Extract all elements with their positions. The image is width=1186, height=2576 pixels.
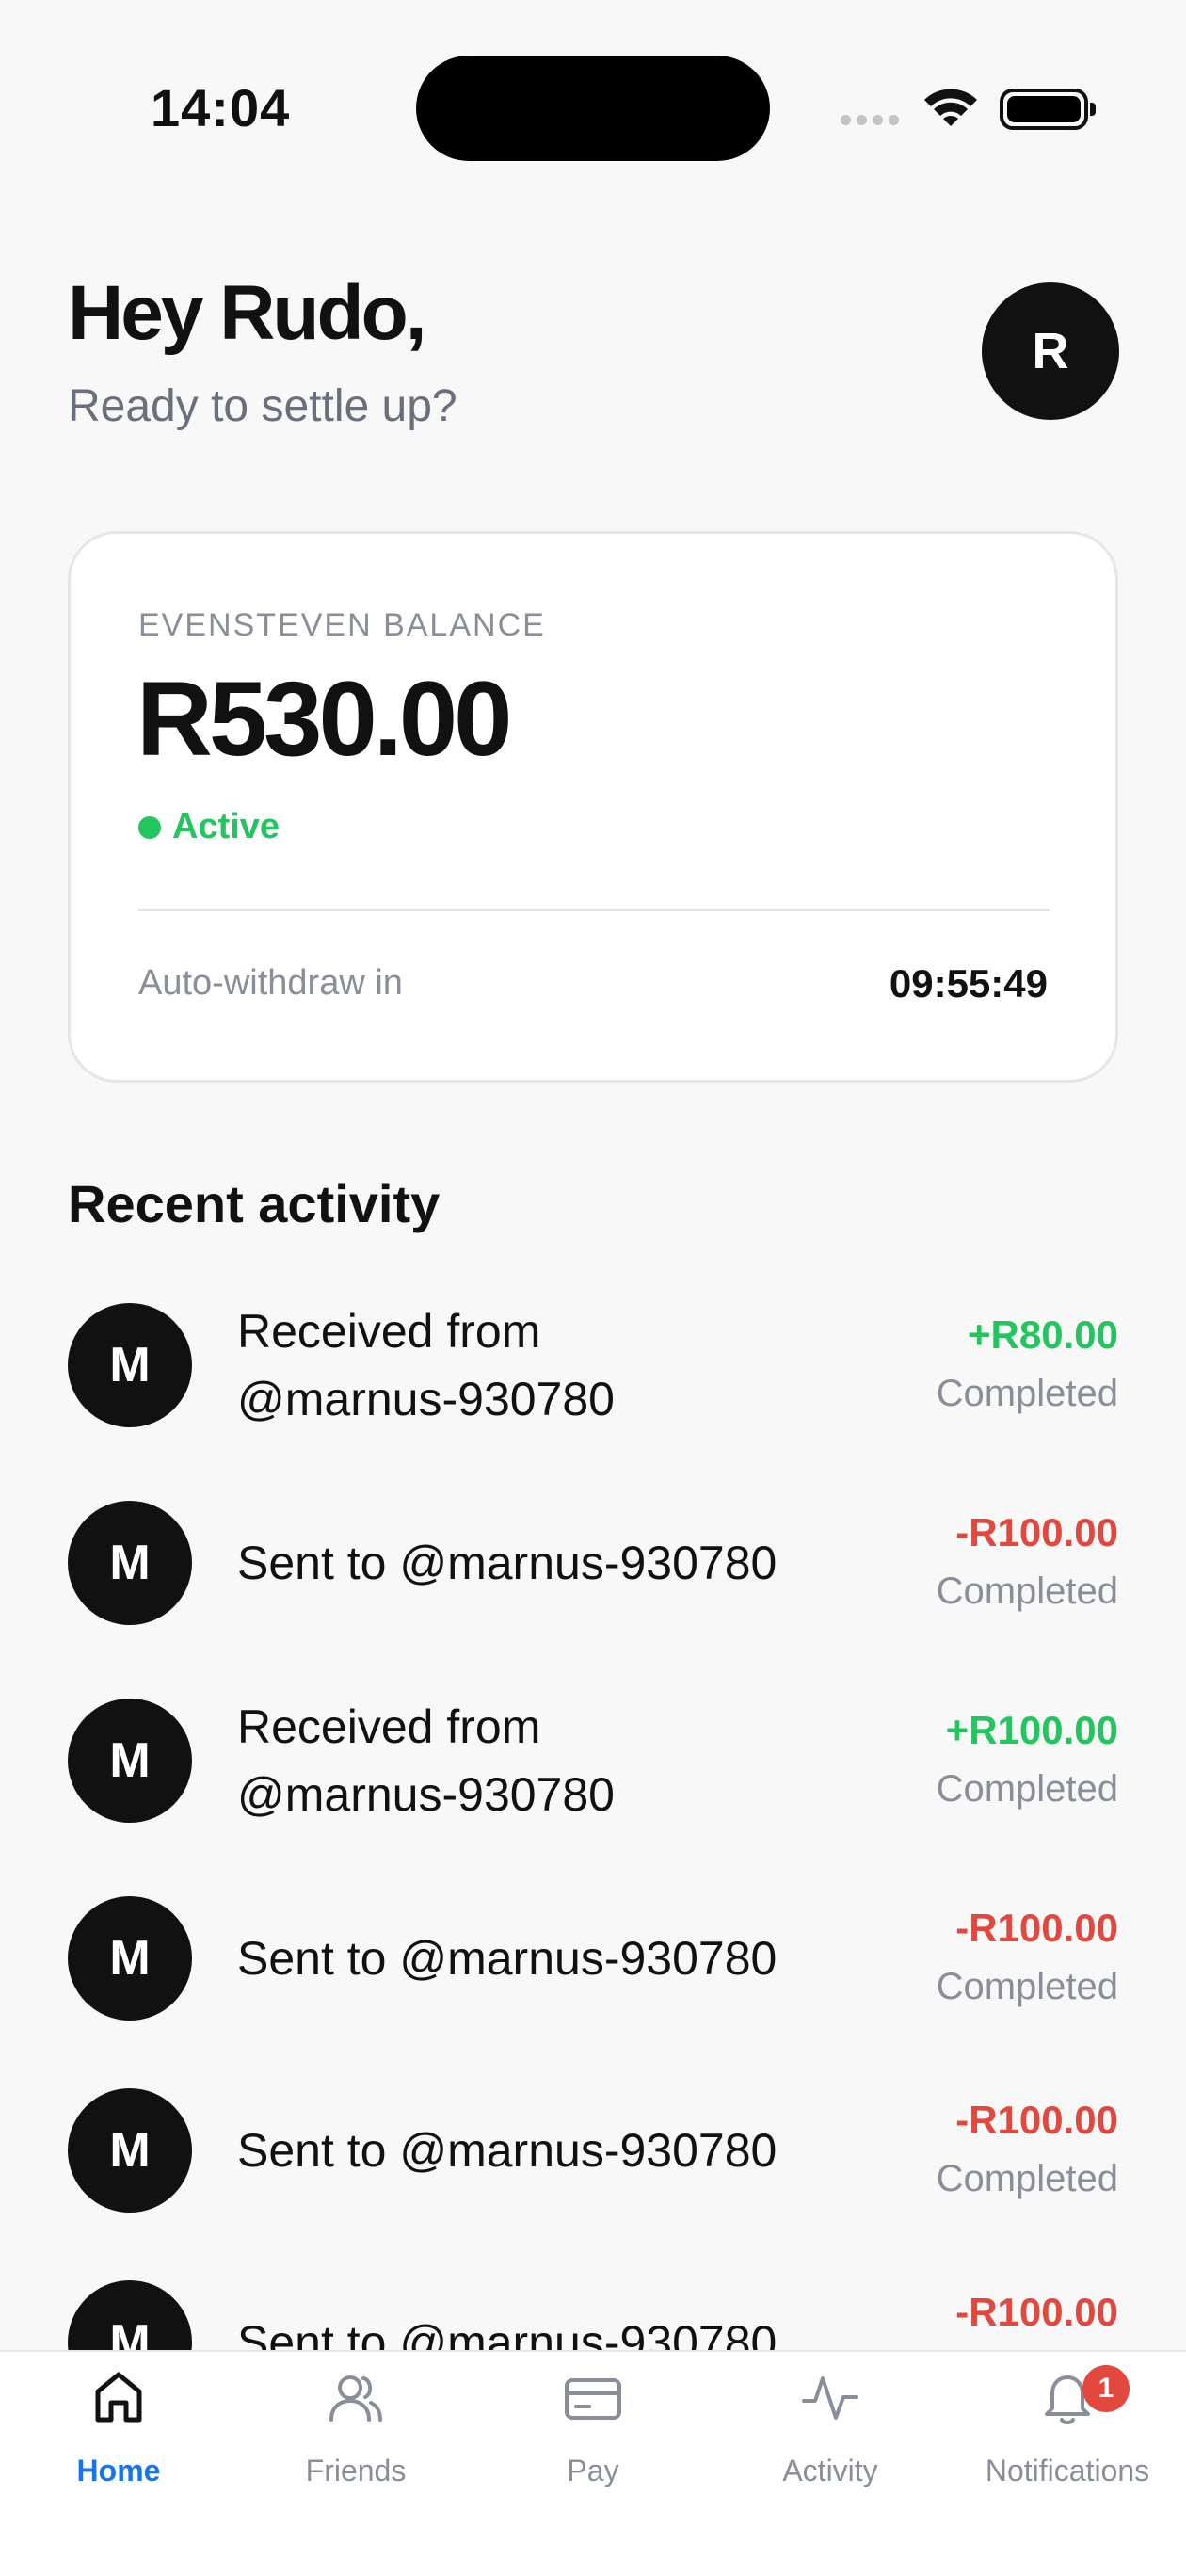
contact-avatar-initial: M	[109, 1931, 151, 1986]
activity-status: Completed	[936, 1570, 1118, 1612]
nav-label-activity: Activity	[782, 2454, 878, 2487]
card-icon	[565, 2378, 621, 2420]
nav-item-activity[interactable]: Activity	[712, 2352, 949, 2576]
contact-avatar: M	[68, 1699, 192, 1823]
activity-item[interactable]: M Sent to @marnus-930780 -R100.00	[68, 2280, 1118, 2350]
activity-item[interactable]: M Sent to @marnus-930780 -R100.00 Comple…	[68, 2088, 1118, 2220]
nav-item-pay[interactable]: Pay	[474, 2352, 712, 2576]
activity-description: Received from @marnus-930780	[237, 1699, 840, 1823]
activity-status: Completed	[936, 1966, 1118, 2007]
nav-label-notifications: Notifications	[985, 2454, 1150, 2487]
contact-avatar-initial: M	[109, 1338, 151, 1393]
activity-description: Received from @marnus-930780	[237, 1303, 840, 1427]
activity-desc-line2: @marnus-930780	[237, 1768, 615, 1821]
contact-avatar: M	[68, 1501, 192, 1625]
contact-avatar: M	[68, 1303, 192, 1427]
bottom-nav: Home Friends Pay Activity 1 Notification…	[0, 2350, 1186, 2576]
activity-description: Sent to @marnus-930780	[237, 1896, 840, 2021]
activity-status: Completed	[936, 2158, 1118, 2199]
activity-desc-line1: Sent to @marnus-930780	[237, 1932, 777, 1985]
activity-description: Sent to @marnus-930780	[237, 2280, 840, 2350]
activity-desc-line1: Received from	[237, 1305, 541, 1358]
activity-desc-line2: @marnus-930780	[237, 1373, 615, 1425]
contact-avatar: M	[68, 2088, 192, 2213]
activity-amount: +R100.00	[945, 1708, 1118, 1752]
nav-label-home: Home	[76, 2454, 161, 2487]
activity-status: Completed	[936, 1768, 1118, 1810]
activity-description: Sent to @marnus-930780	[237, 1501, 840, 1625]
pulse-icon	[802, 2376, 858, 2420]
activity-amount: +R80.00	[968, 1312, 1118, 1357]
home-icon	[95, 2372, 142, 2423]
contact-avatar-initial: M	[109, 2123, 151, 2178]
nav-item-home[interactable]: Home	[0, 2352, 237, 2576]
activity-item[interactable]: M Received from @marnus-930780 +R100.00 C…	[68, 1699, 1118, 1830]
activity-item[interactable]: M Sent to @marnus-930780 -R100.00 Comple…	[68, 1896, 1118, 2028]
contact-avatar-initial: M	[109, 2315, 151, 2350]
activity-desc-line1: Received from	[237, 1700, 541, 1753]
friends-icon	[329, 2375, 382, 2422]
activity-item[interactable]: M Sent to @marnus-930780 -R100.00 Comple…	[68, 1501, 1118, 1633]
activity-amount: -R100.00	[955, 2098, 1118, 2142]
activity-desc-line1: Sent to @marnus-930780	[237, 2316, 777, 2350]
nav-item-notifications[interactable]: 1 Notifications	[949, 2352, 1186, 2576]
nav-item-friends[interactable]: Friends	[237, 2352, 474, 2576]
activity-description: Sent to @marnus-930780	[237, 2088, 840, 2213]
activity-status: Completed	[936, 1373, 1118, 1414]
nav-label-pay: Pay	[567, 2454, 619, 2487]
nav-label-friends: Friends	[305, 2454, 407, 2487]
notification-badge: 1	[1082, 2365, 1130, 2412]
activity-desc-line1: Sent to @marnus-930780	[237, 1537, 777, 1589]
activity-amount: -R100.00	[955, 1510, 1118, 1554]
contact-avatar-initial: M	[109, 1733, 151, 1788]
activity-list: M Received from @marnus-930780 +R80.00 Co…	[0, 0, 1186, 2350]
activity-amount: -R100.00	[955, 1906, 1118, 1950]
contact-avatar-initial: M	[109, 1536, 151, 1590]
activity-amount: -R100.00	[955, 2290, 1118, 2334]
activity-desc-line1: Sent to @marnus-930780	[237, 2124, 777, 2177]
activity-item[interactable]: M Received from @marnus-930780 +R80.00 Co…	[68, 1303, 1118, 1435]
contact-avatar: M	[68, 2280, 192, 2350]
contact-avatar: M	[68, 1896, 192, 2021]
